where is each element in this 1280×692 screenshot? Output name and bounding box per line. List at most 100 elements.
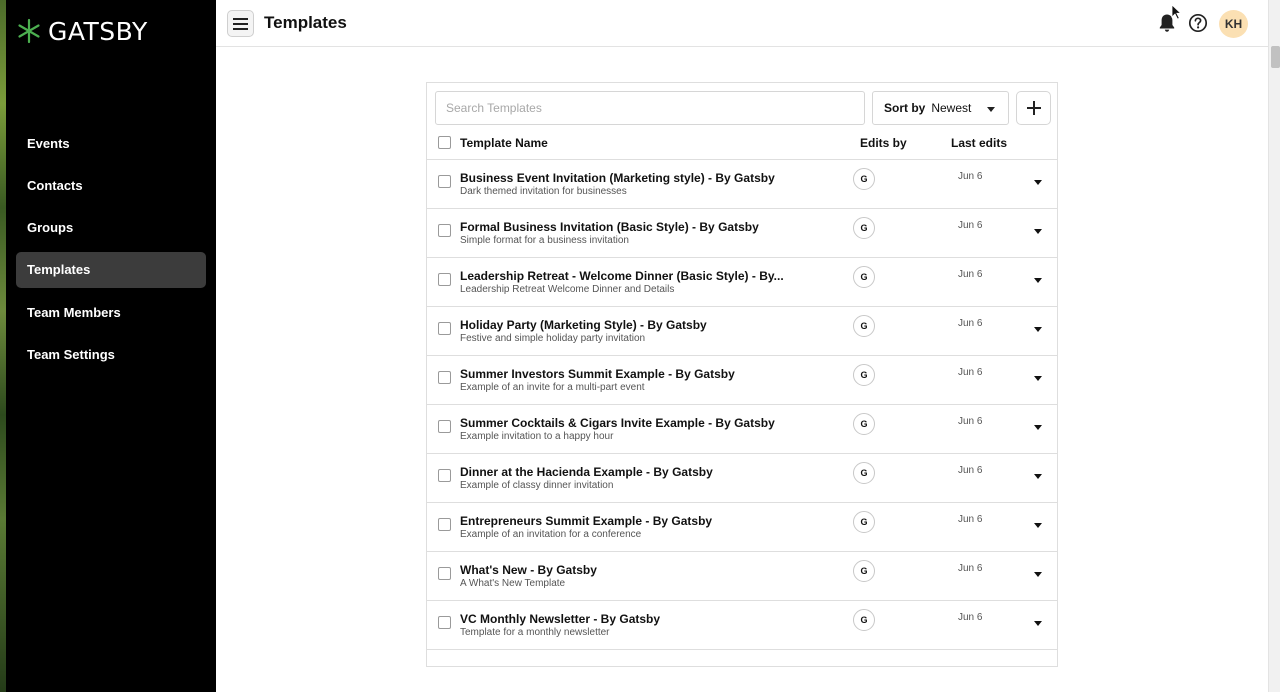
last-edit-date: Jun 6 xyxy=(958,318,983,329)
last-edit-date: Jun 6 xyxy=(958,367,983,378)
sidebar-item-events[interactable]: Events xyxy=(16,125,206,161)
table-row[interactable]: Summer Cocktails & Cigars Invite Example… xyxy=(427,405,1057,454)
gatsby-logo[interactable]: GATSBY xyxy=(16,14,148,48)
row-checkbox[interactable] xyxy=(438,273,451,286)
caret-down-icon[interactable] xyxy=(1034,376,1042,381)
page-scrollbar[interactable] xyxy=(1268,0,1280,692)
add-template-button[interactable] xyxy=(1016,91,1051,125)
table-header: Template Name Edits by Last edits xyxy=(427,125,1057,160)
caret-down-icon[interactable] xyxy=(1034,523,1042,528)
table-row[interactable]: Leadership Retreat - Welcome Dinner (Bas… xyxy=(427,258,1057,307)
caret-down-icon[interactable] xyxy=(1034,180,1042,185)
template-title[interactable]: Entrepreneurs Summit Example - By Gatsby xyxy=(460,514,712,528)
row-checkbox[interactable] xyxy=(438,469,451,482)
row-checkbox[interactable] xyxy=(438,420,451,433)
template-description: Example of an invite for a multi-part ev… xyxy=(460,382,645,393)
table-row[interactable]: What's New - By Gatsby A What's New Templ… xyxy=(427,552,1057,601)
template-title[interactable]: Formal Business Invitation (Basic Style)… xyxy=(460,220,759,234)
editor-avatar: G xyxy=(853,609,875,631)
menu-icon xyxy=(233,17,248,30)
last-edit-date: Jun 6 xyxy=(958,416,983,427)
table-row[interactable]: Summer Investors Summit Example - By Gat… xyxy=(427,356,1057,405)
column-header-edits-by[interactable]: Edits by xyxy=(860,136,907,150)
table-row-partial xyxy=(427,650,1057,666)
menu-button[interactable] xyxy=(227,10,254,37)
sort-dropdown[interactable]: Sort by Newest xyxy=(872,91,1009,125)
sidebar-item-contacts[interactable]: Contacts xyxy=(16,167,206,203)
template-title[interactable]: Dinner at the Hacienda Example - By Gats… xyxy=(460,465,713,479)
sidebar: GATSBY Events Contacts Groups Templates … xyxy=(6,0,216,692)
template-title[interactable]: Leadership Retreat - Welcome Dinner (Bas… xyxy=(460,269,784,283)
editor-avatar: G xyxy=(853,560,875,582)
sidebar-item-team-settings[interactable]: Team Settings xyxy=(16,336,206,372)
sidebar-item-label: Team Members xyxy=(27,304,121,320)
mouse-cursor-icon xyxy=(1171,4,1182,20)
table-row[interactable]: Holiday Party (Marketing Style) - By Gat… xyxy=(427,307,1057,356)
caret-down-icon[interactable] xyxy=(1034,474,1042,479)
template-description: Example of classy dinner invitation xyxy=(460,480,614,491)
caret-down-icon[interactable] xyxy=(1034,425,1042,430)
last-edit-date: Jun 6 xyxy=(958,269,983,280)
last-edit-date: Jun 6 xyxy=(958,514,983,525)
table-row[interactable]: Entrepreneurs Summit Example - By Gatsby… xyxy=(427,503,1057,552)
brand-name: GATSBY xyxy=(48,16,148,46)
row-checkbox[interactable] xyxy=(438,175,451,188)
editor-avatar: G xyxy=(853,266,875,288)
caret-down-icon[interactable] xyxy=(1034,327,1042,332)
caret-down-icon[interactable] xyxy=(1034,572,1042,577)
user-avatar[interactable]: KH xyxy=(1219,10,1248,38)
template-description: Dark themed invitation for businesses xyxy=(460,186,627,197)
template-title[interactable]: Summer Investors Summit Example - By Gat… xyxy=(460,367,735,381)
search-input[interactable] xyxy=(435,91,865,125)
row-checkbox[interactable] xyxy=(438,518,451,531)
last-edit-date: Jun 6 xyxy=(958,563,983,574)
scrollbar-thumb[interactable] xyxy=(1271,46,1280,68)
table-row[interactable]: Business Event Invitation (Marketing sty… xyxy=(427,160,1057,209)
last-edit-date: Jun 6 xyxy=(958,171,983,182)
table-row[interactable]: Formal Business Invitation (Basic Style)… xyxy=(427,209,1057,258)
column-header-template-name[interactable]: Template Name xyxy=(460,136,548,150)
template-title[interactable]: Holiday Party (Marketing Style) - By Gat… xyxy=(460,318,707,332)
row-checkbox[interactable] xyxy=(438,224,451,237)
sidebar-item-templates[interactable]: Templates xyxy=(16,251,206,288)
sidebar-item-team-members[interactable]: Team Members xyxy=(16,294,206,330)
caret-down-icon[interactable] xyxy=(1034,278,1042,283)
row-checkbox[interactable] xyxy=(438,371,451,384)
template-title[interactable]: Business Event Invitation (Marketing sty… xyxy=(460,171,775,185)
caret-down-icon[interactable] xyxy=(1034,229,1042,234)
row-checkbox[interactable] xyxy=(438,322,451,335)
row-checkbox[interactable] xyxy=(438,567,451,580)
top-bar: Templates KH xyxy=(216,0,1268,47)
sort-value: Newest xyxy=(931,101,972,115)
template-description: Example invitation to a happy hour xyxy=(460,431,614,442)
editor-avatar: G xyxy=(853,168,875,190)
template-description: A What's New Template xyxy=(460,578,566,589)
sidebar-item-label: Team Settings xyxy=(27,346,115,362)
sidebar-item-groups[interactable]: Groups xyxy=(16,210,206,246)
editor-avatar: G xyxy=(853,511,875,533)
template-description: Template for a monthly newsletter xyxy=(460,627,610,638)
template-title[interactable]: What's New - By Gatsby xyxy=(460,563,597,577)
editor-avatar: G xyxy=(853,413,875,435)
template-description: Festive and simple holiday party invitat… xyxy=(460,333,646,344)
sidebar-item-label: Groups xyxy=(27,220,74,236)
last-edit-date: Jun 6 xyxy=(958,465,983,476)
sidebar-item-label: Templates xyxy=(27,262,91,278)
select-all-checkbox[interactable] xyxy=(438,136,451,149)
sort-label: Sort by xyxy=(884,101,926,115)
table-row[interactable]: Dinner at the Hacienda Example - By Gats… xyxy=(427,454,1057,503)
editor-avatar: G xyxy=(853,462,875,484)
row-checkbox[interactable] xyxy=(438,616,451,629)
templates-panel: Sort by Newest Template Name Edits by La… xyxy=(426,82,1058,667)
template-title[interactable]: Summer Cocktails & Cigars Invite Example… xyxy=(460,416,775,430)
editor-avatar: G xyxy=(853,315,875,337)
help-icon[interactable] xyxy=(1188,13,1208,33)
column-header-last-edits[interactable]: Last edits xyxy=(951,136,1007,150)
page-title: Templates xyxy=(264,13,347,32)
template-title[interactable]: VC Monthly Newsletter - By Gatsby xyxy=(460,612,660,626)
last-edit-date: Jun 6 xyxy=(958,612,983,623)
table-row[interactable]: VC Monthly Newsletter - By Gatsby Templat… xyxy=(427,601,1057,650)
last-edit-date: Jun 6 xyxy=(958,220,983,231)
template-description: Example of an invitation for a conferenc… xyxy=(460,529,642,540)
caret-down-icon[interactable] xyxy=(1034,621,1042,626)
